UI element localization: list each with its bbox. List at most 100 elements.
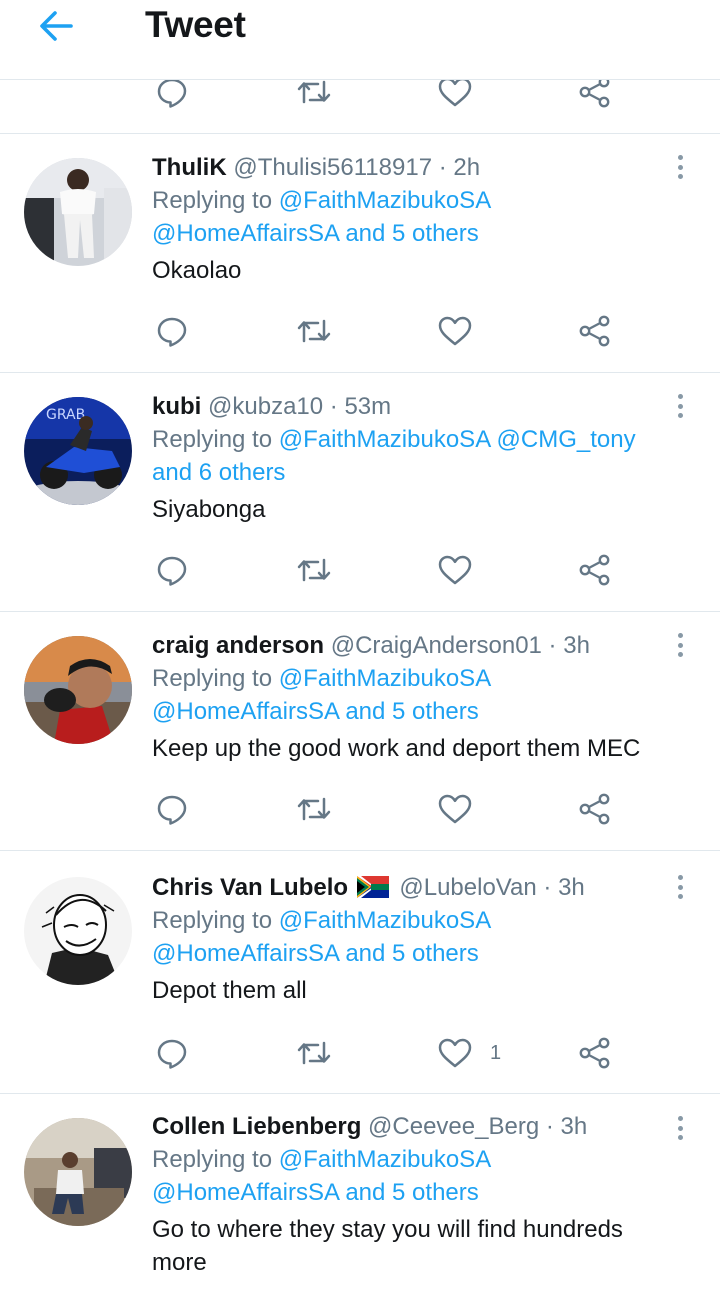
share-icon: [579, 315, 610, 347]
like-button[interactable]: [438, 311, 472, 351]
tweet-text: Okaolao: [152, 257, 242, 284]
mention-link[interactable]: @FaithMazibukoSA: [279, 1146, 491, 1173]
reply-icon: [157, 80, 187, 108]
mention-link[interactable]: @FaithMazibukoSA: [279, 665, 491, 692]
tweet-item[interactable]: Collen Liebenberg @Ceevee_Berg · 3h Repl…: [0, 1094, 720, 1293]
tweet-text: Keep up the good work and deport them ME…: [152, 735, 641, 762]
retweet-button[interactable]: [296, 550, 332, 590]
replying-to-label: Replying to: [152, 426, 273, 453]
share-button[interactable]: [578, 550, 612, 590]
svg-text:GRAB: GRAB: [46, 407, 85, 423]
reply-button[interactable]: [156, 550, 188, 590]
mention-link[interactable]: @FaithMazibukoSA: [279, 187, 491, 214]
mention-link[interactable]: @HomeAffairsSA and 5 others: [152, 1179, 479, 1206]
avatar[interactable]: [24, 877, 132, 985]
more-icon: [677, 394, 683, 399]
user-handle[interactable]: @kubza10: [208, 393, 323, 420]
arrow-left-icon: [40, 11, 73, 41]
mention-link[interactable]: @FaithMazibukoSA: [279, 907, 491, 934]
avatar[interactable]: [24, 158, 132, 266]
tweet-item[interactable]: ThuliK @Thulisi56118917 · 2h Replying to…: [0, 134, 720, 373]
retweet-icon: [297, 1041, 331, 1065]
user-handle[interactable]: @CraigAnderson01: [331, 632, 542, 659]
display-name[interactable]: ThuliK: [152, 154, 227, 181]
tweet-text: Siyabonga: [152, 496, 266, 523]
reply-icon: [157, 795, 187, 825]
avatar[interactable]: [24, 1118, 132, 1226]
more-icon: [677, 1116, 683, 1121]
like-count: 1: [490, 1041, 502, 1064]
user-handle[interactable]: @Thulisi56118917: [233, 154, 432, 181]
tweet-item[interactable]: GRAB kubi @kubza10 · 53m Replying to @Fa…: [0, 373, 720, 612]
heart-icon: [438, 555, 472, 585]
timestamp: 3h: [563, 632, 590, 659]
reply-button[interactable]: [156, 789, 188, 829]
replying-to-label: Replying to: [152, 187, 273, 214]
more-options-button[interactable]: [670, 1112, 690, 1144]
share-icon: [579, 80, 610, 108]
top-app-bar: Tweet: [0, 0, 720, 80]
retweet-button[interactable]: [296, 1033, 332, 1073]
south-africa-flag-icon: [356, 876, 389, 898]
more-icon: [677, 633, 683, 638]
user-handle[interactable]: @Ceevee_Berg: [368, 1113, 539, 1140]
reply-button[interactable]: [156, 1033, 188, 1073]
reply-icon: [157, 317, 187, 347]
share-button[interactable]: [578, 789, 612, 829]
heart-icon: [438, 80, 472, 107]
heart-icon: [438, 794, 472, 824]
display-name[interactable]: craig anderson: [152, 632, 324, 659]
back-button[interactable]: [34, 6, 78, 46]
replying-to-label: Replying to: [152, 1146, 273, 1173]
replying-to-label: Replying to: [152, 907, 273, 934]
mention-link[interactable]: @FaithMazibukoSA @CMG_tony: [279, 426, 636, 453]
more-options-button[interactable]: [670, 151, 690, 183]
page-title: Tweet: [145, 4, 246, 45]
retweet-icon: [297, 319, 331, 343]
mention-link[interactable]: @HomeAffairsSA and 5 others: [152, 940, 479, 967]
more-icon: [677, 155, 683, 160]
more-options-button[interactable]: [670, 390, 690, 422]
tweet-item[interactable]: Chris Van Lubelo @LubeloVan · 3h Replyin…: [0, 851, 720, 1094]
retweet-button[interactable]: [296, 789, 332, 829]
like-button[interactable]: [438, 789, 472, 829]
share-button[interactable]: [578, 1033, 612, 1073]
display-name[interactable]: Chris Van Lubelo: [152, 874, 348, 901]
user-handle[interactable]: @LubeloVan: [399, 874, 536, 901]
mention-link[interactable]: @HomeAffairsSA and 5 others: [152, 220, 479, 247]
reply-icon: [157, 1039, 187, 1069]
avatar[interactable]: GRAB: [24, 397, 132, 505]
more-options-button[interactable]: [670, 871, 690, 903]
mention-link[interactable]: and 6 others: [152, 459, 285, 486]
retweet-icon: [297, 80, 331, 104]
share-button[interactable]: [578, 80, 612, 112]
timestamp: 53m: [344, 393, 392, 420]
share-icon: [579, 554, 610, 586]
more-icon: [677, 875, 683, 880]
display-name[interactable]: kubi: [152, 393, 201, 420]
retweet-button[interactable]: [296, 311, 332, 351]
like-button[interactable]: [438, 80, 472, 112]
replying-to-label: Replying to: [152, 665, 273, 692]
retweet-icon: [297, 797, 331, 821]
share-icon: [579, 1037, 610, 1069]
reply-button[interactable]: [156, 311, 188, 351]
timestamp: 3h: [558, 874, 585, 901]
timestamp: 3h: [560, 1113, 588, 1140]
more-options-button[interactable]: [670, 629, 690, 661]
heart-icon: [438, 1038, 472, 1068]
like-button[interactable]: 1: [438, 1033, 501, 1073]
heart-icon: [438, 316, 472, 346]
avatar[interactable]: [24, 636, 132, 744]
share-button[interactable]: [578, 311, 612, 351]
reply-button[interactable]: [156, 80, 188, 112]
share-icon: [579, 793, 610, 825]
retweet-icon: [297, 558, 331, 582]
timestamp: 2h: [453, 154, 481, 181]
tweet-text: Depot them all: [152, 977, 307, 1004]
display-name[interactable]: Collen Liebenberg: [152, 1113, 361, 1140]
like-button[interactable]: [438, 550, 472, 590]
retweet-button[interactable]: [296, 80, 332, 112]
mention-link[interactable]: @HomeAffairsSA and 5 others: [152, 698, 479, 725]
tweet-item[interactable]: craig anderson @CraigAnderson01 · 3h Rep…: [0, 612, 720, 851]
